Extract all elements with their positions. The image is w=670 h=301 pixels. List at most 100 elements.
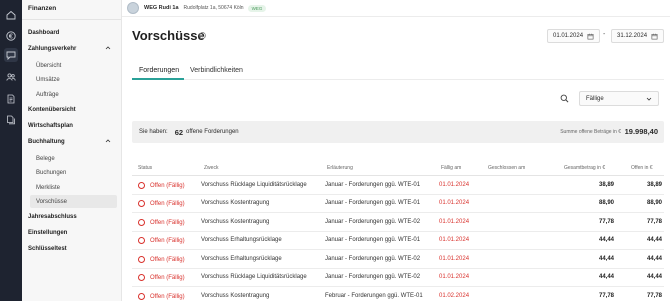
sidebar-item-dashboard[interactable]: Dashboard <box>28 26 115 39</box>
sidebar-item-umsaetze[interactable]: Umsätze <box>36 73 115 86</box>
column-header-faellig[interactable]: Fällig am <box>441 165 461 171</box>
sidebar-item-label: Wirtschaftsplan <box>28 122 73 129</box>
column-header-geschlossen[interactable]: Geschlossen am <box>488 165 525 171</box>
home-icon[interactable] <box>4 8 18 22</box>
status-circle-icon <box>138 293 145 300</box>
table-row[interactable]: Offen (Fällig) Vorschuss Rücklage Liquidi… <box>132 269 664 287</box>
due-date-cell: 01.01.2024 <box>439 237 470 243</box>
table-row[interactable]: Offen (Fällig) Vorschuss Kostentragung Jan… <box>132 214 664 232</box>
open-amount-cell: 77,78 <box>646 219 662 225</box>
property-type-badge: WEG <box>247 4 267 12</box>
document-icon[interactable] <box>4 92 18 106</box>
status-cell: Offen (Fällig) <box>138 274 185 281</box>
status-circle-icon <box>138 200 145 207</box>
purpose-cell: Vorschuss Rücklage Liquiditätsrücklage <box>201 182 307 188</box>
sidebar-item-buchungen[interactable]: Buchungen <box>36 166 115 179</box>
property-name[interactable]: WEG Rudi 1a <box>144 5 179 11</box>
date-from-field[interactable]: 01.01.2024 <box>547 29 600 43</box>
chat-icon[interactable] <box>4 48 18 62</box>
sidebar-item-label: Übersicht <box>36 62 62 69</box>
people-icon[interactable] <box>4 70 18 84</box>
column-header-offen[interactable]: Offen in € <box>631 165 653 171</box>
tab-forderungen[interactable]: Forderungen <box>139 67 179 74</box>
sidebar-item-schluesseltest[interactable]: Schlüsseltest <box>28 242 115 255</box>
table-header: Status Zweck Erläuterung Fällig am Gesch… <box>132 161 664 176</box>
summary-bar: Sie haben: 62 offene Forderungen Summe o… <box>132 121 664 143</box>
status-cell: Offen (Fällig) <box>138 219 185 226</box>
description-cell: Januar - Forderungen ggü. WTE-02 <box>325 256 421 262</box>
chevron-down-icon <box>646 97 652 101</box>
total-label: Summe offene Beträge in € <box>560 129 621 135</box>
table-row[interactable]: Offen (Fällig) Vorschuss Erhaltungsrückla… <box>132 232 664 250</box>
status-text: Offen (Fällig) <box>150 293 185 300</box>
sidebar-item-label: Dashboard <box>28 29 60 36</box>
table-row[interactable]: Offen (Fällig) Vorschuss Rücklage Liquidi… <box>132 177 664 195</box>
sidebar-item-uebersicht[interactable]: Übersicht <box>36 59 115 72</box>
sidebar-item-label: Zahlungsverkehr <box>28 45 77 52</box>
chevron-up-icon <box>105 139 111 143</box>
description-cell: Januar - Forderungen ggü. WTE-02 <box>325 274 421 280</box>
sidebar-item-label: Buchungen <box>36 169 67 176</box>
open-amount-cell: 44,44 <box>646 237 662 243</box>
table-row[interactable]: Offen (Fällig) Vorschuss Kostentragung Jan… <box>132 195 664 213</box>
purpose-cell: Vorschuss Rücklage Liquiditätsrücklage <box>201 274 307 280</box>
sidebar-item-label: Jahresabschluss <box>28 213 77 220</box>
sidebar-item-belege[interactable]: Belege <box>36 152 115 165</box>
sidebar-item-label: Umsätze <box>36 76 60 83</box>
table-row[interactable]: Offen (Fällig) Vorschuss Kostentragung Feb… <box>132 288 664 301</box>
status-circle-icon <box>138 182 145 189</box>
sidebar-divider <box>22 19 121 20</box>
total-amount-cell: 44,44 <box>598 274 614 280</box>
sidebar-item-merkliste[interactable]: Merkliste <box>36 181 115 194</box>
status-text: Offen (Fällig) <box>150 219 185 226</box>
tab-verbindlichkeiten[interactable]: Verbindlichkeiten <box>190 67 243 74</box>
date-to-field[interactable]: 31.12.2024 <box>611 29 664 43</box>
sidebar-item-kontenuebersicht[interactable]: Kontenübersicht <box>28 103 115 116</box>
column-header-gesamtbetrag[interactable]: Gesamtbetrag in € <box>564 165 605 171</box>
table-row[interactable]: Offen (Fällig) Vorschuss Erhaltungsrückla… <box>132 251 664 269</box>
files-icon[interactable] <box>4 113 18 127</box>
calendar-icon <box>651 33 658 40</box>
sidebar-item-zahlungsverkehr[interactable]: Zahlungsverkehr <box>28 42 115 55</box>
sidebar-item-wirtschaftsplan[interactable]: Wirtschaftsplan <box>28 119 115 132</box>
sidebar-item-auftraege[interactable]: Aufträge <box>36 88 115 101</box>
info-icon[interactable] <box>199 32 206 39</box>
sidebar-item-label: Buchhaltung <box>28 138 65 145</box>
purpose-cell: Vorschuss Erhaltungsrücklage <box>201 237 282 243</box>
status-circle-icon <box>138 256 145 263</box>
description-cell: Januar - Forderungen ggü. WTE-01 <box>325 200 421 206</box>
sidebar-item-jahresabschluss[interactable]: Jahresabschluss <box>28 210 115 223</box>
column-header-zweck[interactable]: Zweck <box>204 165 218 171</box>
search-icon[interactable] <box>560 94 569 103</box>
total-amount-cell: 44,44 <box>598 256 614 262</box>
sidebar: Finanzen Dashboard Zahlungsverkehr Übers… <box>22 0 122 301</box>
purpose-cell: Vorschuss Kostentragung <box>201 219 270 225</box>
status-cell: Offen (Fällig) <box>138 256 185 263</box>
sidebar-item-label: Schlüsseltest <box>28 245 67 252</box>
status-filter-value: Fällige <box>586 95 604 102</box>
open-amount-cell: 38,89 <box>646 182 662 188</box>
purpose-cell: Vorschuss Erhaltungsrücklage <box>201 256 282 262</box>
due-date-cell: 01.01.2024 <box>439 200 470 206</box>
open-amount-cell: 44,44 <box>646 274 662 280</box>
column-header-erlaeuterung[interactable]: Erläuterung <box>327 165 353 171</box>
sidebar-item-label: Kontenübersicht <box>28 106 76 113</box>
purpose-cell: Vorschuss Kostentragung <box>201 293 270 299</box>
open-amount-cell: 88,90 <box>646 200 662 206</box>
sidebar-item-einstellungen[interactable]: Einstellungen <box>28 226 115 239</box>
status-filter-select[interactable]: Fällige <box>579 91 659 106</box>
status-cell: Offen (Fällig) <box>138 182 185 189</box>
open-claims-count: 62 <box>174 127 184 137</box>
summary-suffix: offene Forderungen <box>186 129 239 135</box>
page-title: Vorschüsse <box>132 28 205 43</box>
sidebar-item-label: Einstellungen <box>28 229 68 236</box>
chevron-up-icon <box>105 46 111 50</box>
column-header-status[interactable]: Status <box>138 165 152 171</box>
euro-icon[interactable] <box>4 29 18 43</box>
total-amount-cell: 44,44 <box>598 237 614 243</box>
calendar-icon <box>587 33 594 40</box>
status-cell: Offen (Fällig) <box>138 237 185 244</box>
sidebar-item-vorschuesse[interactable]: Vorschüsse <box>30 195 117 208</box>
sidebar-item-buchhaltung[interactable]: Buchhaltung <box>28 135 115 148</box>
open-amount-cell: 44,44 <box>646 256 662 262</box>
